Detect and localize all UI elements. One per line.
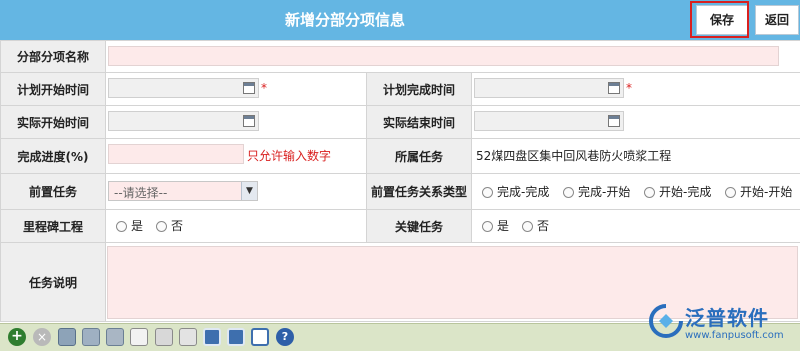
radio-label: 是 [497,219,509,233]
actual-start-cell [106,106,367,139]
relation-radio-start-start[interactable]: 开始-开始 [725,184,792,200]
grid-icon[interactable] [203,328,221,346]
task-cell: 52煤四盘区集中回风巷防火喷浆工程 [472,139,800,174]
folder-icon[interactable] [155,328,173,346]
task-label: 所属任务 [367,139,472,174]
relation-radio-finish-start[interactable]: 完成-开始 [563,184,630,200]
brand-logo: 泛普软件 www.fanpusoft.com [647,300,797,348]
plan-start-cell: * [106,73,367,106]
radio-label: 完成-开始 [578,185,630,199]
radio-icon [644,187,655,198]
add-icon[interactable]: + [8,328,26,346]
calendar-icon[interactable] [243,115,255,127]
delete-icon[interactable]: × [33,328,51,346]
key-task-label: 关键任务 [367,210,472,243]
radio-label: 否 [171,219,183,233]
predecessor-select[interactable]: --请选择-- ▼ [108,181,258,201]
calendar-icon[interactable] [608,82,620,94]
document-icon[interactable] [130,328,148,346]
radio-label: 否 [537,219,549,233]
actual-start-label: 实际开始时间 [1,106,106,139]
calendar-icon[interactable] [608,115,620,127]
chevron-down-icon[interactable]: ▼ [241,182,257,200]
predecessor-selected: --请选择-- [114,184,167,201]
help-icon[interactable]: ? [276,328,294,346]
section-name-input[interactable] [108,46,779,66]
plan-start-input[interactable] [108,78,259,98]
list-icon[interactable] [251,328,269,346]
calendar-icon[interactable] [243,82,255,94]
radio-icon [482,221,493,232]
progress-cell: 只允许输入数字 [106,139,367,174]
actual-end-input[interactable] [474,111,624,131]
print-icon[interactable] [179,328,197,346]
predecessor-label: 前置任务 [1,174,106,210]
radio-label: 是 [131,219,143,233]
plan-end-input[interactable] [474,78,624,98]
milestone-cell: 是 否 [106,210,367,243]
task-form: 分部分项名称 计划开始时间 * 计划完成时间 * 实际开始时间 实际结束时间 [0,40,800,322]
save-disk-icon[interactable] [82,328,100,346]
logo-name: 泛普软件 [685,302,769,331]
milestone-label: 里程碑工程 [1,210,106,243]
required-mark: * [626,81,632,95]
key-task-radio-yes[interactable]: 是 [482,218,509,234]
actual-start-input[interactable] [108,111,259,131]
plan-start-label: 计划开始时间 [1,73,106,106]
radio-icon [156,221,167,232]
description-label: 任务说明 [1,243,106,322]
section-name-cell [106,41,800,73]
radio-label: 开始-开始 [740,185,792,199]
relation-radio-start-finish[interactable]: 开始-完成 [644,184,711,200]
save-as-icon[interactable] [106,328,124,346]
radio-icon [116,221,127,232]
logo-url: www.fanpusoft.com [685,330,784,341]
milestone-radio-no[interactable]: 否 [156,218,183,234]
calendar-grid-icon[interactable] [227,328,245,346]
predecessor-cell: --请选择-- ▼ [106,174,367,210]
save-button[interactable]: 保存 [696,5,748,35]
radio-label: 开始-完成 [659,185,711,199]
relation-type-label: 前置任务关系类型 [367,174,472,210]
relation-radio-finish-finish[interactable]: 完成-完成 [482,184,549,200]
radio-icon [725,187,736,198]
radio-icon [563,187,574,198]
actual-end-label: 实际结束时间 [367,106,472,139]
radio-label: 完成-完成 [497,185,549,199]
progress-label: 完成进度(%) [1,139,106,174]
plan-end-cell: * [472,73,800,106]
back-button[interactable]: 返回 [755,5,799,35]
logo-mark-icon [649,304,683,338]
page-title: 新增分部分项信息 [0,0,690,40]
actual-end-cell [472,106,800,139]
milestone-radio-yes[interactable]: 是 [116,218,143,234]
required-mark: * [261,81,267,95]
key-task-cell: 是 否 [472,210,800,243]
relation-type-cell: 完成-完成 完成-开始 开始-完成 开始-开始 [472,174,800,210]
radio-icon [482,187,493,198]
plan-end-label: 计划完成时间 [367,73,472,106]
section-name-label: 分部分项名称 [1,41,106,73]
key-task-radio-no[interactable]: 否 [522,218,549,234]
progress-input[interactable] [108,144,244,164]
task-value: 52煤四盘区集中回风巷防火喷浆工程 [476,147,671,164]
page-header: 新增分部分项信息 保存 返回 [0,0,800,40]
progress-hint: 只允许输入数字 [247,147,331,164]
radio-icon [522,221,533,232]
print-preview-icon[interactable] [58,328,76,346]
